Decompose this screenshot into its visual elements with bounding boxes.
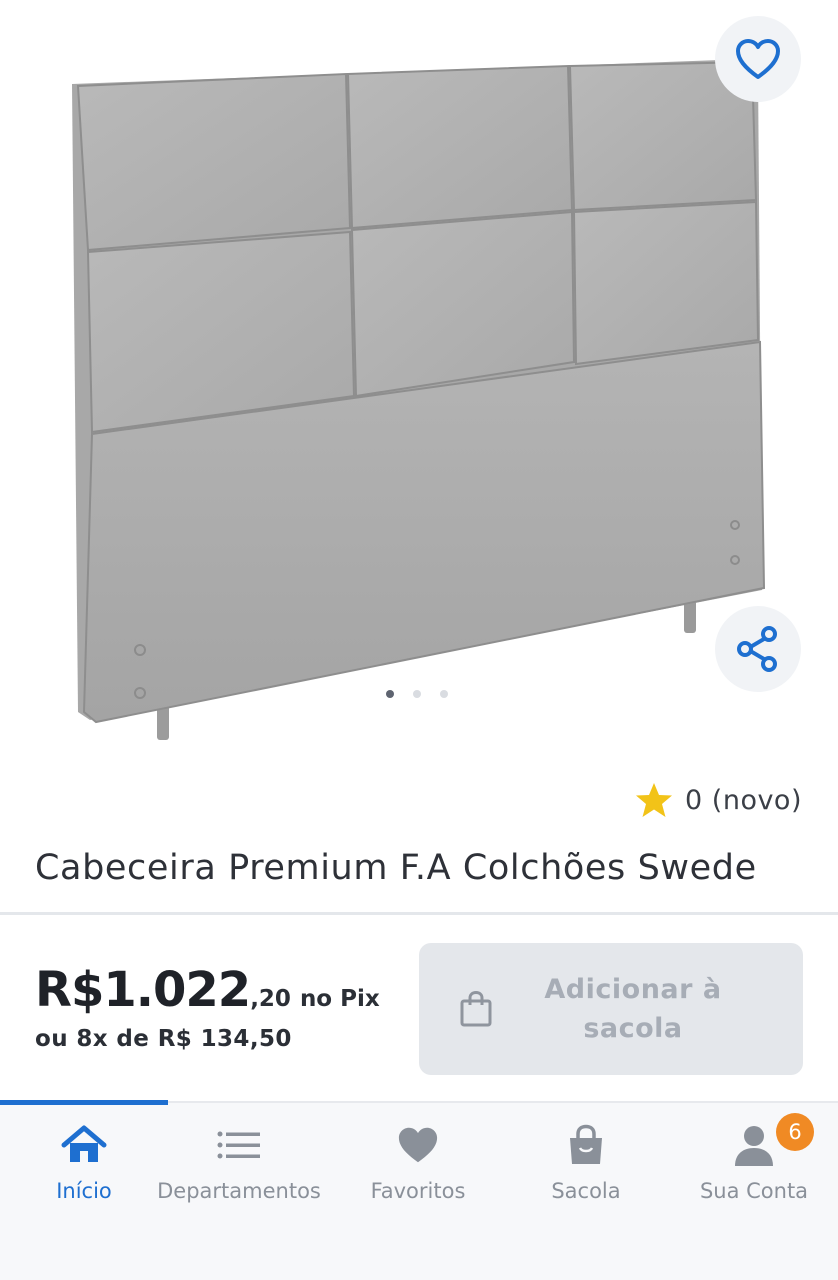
favorite-button[interactable]	[715, 16, 801, 102]
tab-inicio[interactable]: Início	[0, 1103, 168, 1213]
add-to-bag-label: Adicionar à sacola	[544, 974, 722, 1044]
upholstered-headboard-image	[72, 60, 766, 740]
tab-sacola[interactable]: Sacola	[502, 1103, 670, 1213]
share-button[interactable]	[715, 606, 801, 692]
star-icon	[636, 783, 673, 817]
tab-favoritos[interactable]: Favoritos	[334, 1103, 502, 1213]
rating-text: 0 (novo)	[685, 784, 802, 816]
heart-outline-icon	[736, 39, 780, 79]
bottom-tab-bar: Início Departamentos Favoritos Sacola Su…	[0, 1100, 838, 1280]
carousel-dot[interactable]	[413, 690, 421, 698]
tab-label: Sua Conta	[699, 1179, 809, 1203]
carousel-dot[interactable]	[386, 690, 394, 698]
tab-label: Sacola	[551, 1179, 621, 1203]
list-icon	[217, 1131, 260, 1159]
divider	[0, 912, 838, 915]
notification-badge: 6	[776, 1113, 814, 1151]
tab-label: Departamentos	[157, 1179, 321, 1203]
carousel-dot[interactable]	[440, 690, 448, 698]
price-cents: ,20	[250, 986, 291, 1012]
heart-icon	[398, 1127, 438, 1163]
tab-label: Início	[56, 1179, 112, 1203]
tab-sua-conta[interactable]: Sua Conta	[670, 1103, 838, 1213]
product-gallery[interactable]	[0, 0, 838, 760]
home-icon	[61, 1125, 107, 1162]
price-integer: R$1.022	[35, 962, 251, 1018]
shopping-bag-icon	[460, 990, 492, 1027]
installments-text: ou 8x de R$ 134,50	[35, 1026, 292, 1052]
tab-label: Favoritos	[370, 1179, 466, 1203]
add-to-bag-button[interactable]: Adicionar à sacola	[419, 943, 803, 1075]
carousel-indicator	[386, 690, 448, 698]
pix-label: no Pix	[299, 986, 380, 1012]
bag-icon	[570, 1124, 602, 1164]
share-icon	[737, 626, 777, 672]
tab-departamentos[interactable]: Departamentos	[155, 1103, 323, 1213]
user-icon	[735, 1126, 773, 1166]
price-block: R$1.022 ,20 no Pix ou 8x de R$ 134,50	[35, 962, 380, 1052]
product-rating[interactable]: 0 (novo)	[635, 782, 802, 818]
product-title: Cabeceira Premium F.A Colchões Swede	[35, 848, 757, 888]
